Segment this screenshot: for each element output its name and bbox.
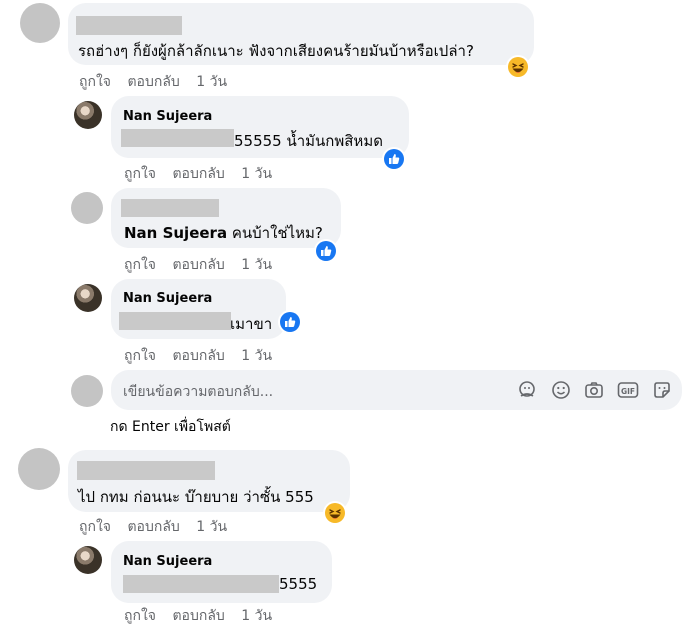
- comment-text: Nan Sujeera คนบ้าใช่ไหม?: [124, 224, 323, 242]
- redacted-mention: [121, 129, 234, 147]
- comment-actions: ถูกใจ ตอบกลับ 1 วัน: [124, 163, 272, 185]
- timestamp[interactable]: 1 วัน: [241, 254, 272, 276]
- gif-icon[interactable]: GIF: [617, 380, 639, 400]
- like-link[interactable]: ถูกใจ: [124, 254, 156, 276]
- mention-link[interactable]: Nan Sujeera: [124, 224, 227, 242]
- timestamp[interactable]: 1 วัน: [241, 163, 272, 185]
- timestamp[interactable]: 1 วัน: [196, 71, 227, 93]
- redacted-name: [77, 461, 215, 480]
- like-reaction[interactable]: [314, 239, 338, 263]
- avatar[interactable]: [71, 192, 103, 224]
- like-link[interactable]: ถูกใจ: [124, 605, 156, 627]
- like-reaction[interactable]: [278, 310, 302, 334]
- comment-text: 55555 น้ำมันกพสิหมด: [234, 132, 383, 150]
- sticker-icon[interactable]: [652, 380, 672, 400]
- timestamp[interactable]: 1 วัน: [241, 345, 272, 367]
- comment-text: รถฮ่างๆ ก็ยังผู้กล้าลักเนาะ ฟังจากเสียงค…: [78, 42, 474, 60]
- comment-text: เมาขา: [230, 315, 273, 333]
- avatar: [71, 375, 103, 407]
- comment-actions: ถูกใจ ตอบกลับ 1 วัน: [124, 254, 272, 276]
- redacted-name: [121, 199, 219, 217]
- reply-link[interactable]: ตอบกลับ: [127, 71, 179, 93]
- haha-icon: [508, 57, 528, 77]
- comment-actions: ถูกใจ ตอบกลับ 1 วัน: [124, 605, 272, 627]
- like-icon: [384, 149, 404, 169]
- like-reaction[interactable]: [382, 147, 406, 171]
- svg-text:GIF: GIF: [621, 387, 635, 396]
- haha-icon: [325, 503, 345, 523]
- redacted-mention: [119, 312, 231, 330]
- reply-link[interactable]: ตอบกลับ: [127, 516, 179, 538]
- reply-link[interactable]: ตอบกลับ: [172, 605, 224, 627]
- emoji-icon[interactable]: [551, 380, 571, 400]
- timestamp[interactable]: 1 วัน: [196, 516, 227, 538]
- post-hint: กด Enter เพื่อโพสต์: [110, 419, 231, 435]
- like-link[interactable]: ถูกใจ: [79, 516, 111, 538]
- timestamp[interactable]: 1 วัน: [241, 605, 272, 627]
- comment-text: 5555: [279, 575, 318, 593]
- comment-text: ไป กทม ก่อนนะ บ๊ายบาย ว่าซั้น 555: [78, 488, 314, 506]
- post-hint-link[interactable]: เพื่อโพสต์: [174, 419, 231, 435]
- comment-bubble: Nan Sujeera เมาขา: [111, 279, 286, 339]
- haha-reaction[interactable]: [506, 55, 530, 79]
- author-name[interactable]: Nan Sujeera: [123, 291, 212, 306]
- reply-link[interactable]: ตอบกลับ: [172, 345, 224, 367]
- like-link[interactable]: ถูกใจ: [124, 345, 156, 367]
- avatar-sticker-icon[interactable]: [517, 380, 537, 400]
- redacted-mention: [123, 575, 279, 593]
- reply-link[interactable]: ตอบกลับ: [172, 254, 224, 276]
- reply-link[interactable]: ตอบกลับ: [172, 163, 224, 185]
- comment-bubble: รถฮ่างๆ ก็ยังผู้กล้าลักเนาะ ฟังจากเสียงค…: [68, 3, 534, 65]
- comment-actions: ถูกใจ ตอบกลับ 1 วัน: [124, 345, 272, 367]
- like-link[interactable]: ถูกใจ: [124, 163, 156, 185]
- like-icon: [280, 312, 300, 332]
- haha-reaction[interactable]: [323, 501, 347, 525]
- redacted-name: [76, 16, 182, 35]
- reply-input[interactable]: เขียนข้อความตอบกลับ... GIF: [111, 370, 682, 410]
- author-name[interactable]: Nan Sujeera: [123, 554, 212, 569]
- comment-bubble: ไป กทม ก่อนนะ บ๊ายบาย ว่าซั้น 555: [68, 450, 350, 512]
- camera-icon[interactable]: [584, 380, 604, 400]
- comment-bubble: Nan Sujeera 55555 น้ำมันกพสิหมด: [111, 96, 409, 158]
- comment-bubble: Nan Sujeera คนบ้าใช่ไหม?: [111, 188, 341, 248]
- avatar[interactable]: [74, 101, 102, 129]
- comment-actions: ถูกใจ ตอบกลับ 1 วัน: [79, 516, 227, 538]
- like-link[interactable]: ถูกใจ: [79, 71, 111, 93]
- avatar[interactable]: [74, 284, 102, 312]
- author-name[interactable]: Nan Sujeera: [123, 109, 212, 124]
- avatar[interactable]: [74, 546, 102, 574]
- comment-bubble: Nan Sujeera 5555: [111, 541, 332, 603]
- comment-actions: ถูกใจ ตอบกลับ 1 วัน: [79, 71, 227, 93]
- avatar[interactable]: [18, 448, 60, 490]
- reply-placeholder: เขียนข้อความตอบกลับ...: [123, 384, 274, 400]
- avatar[interactable]: [20, 3, 60, 43]
- like-icon: [316, 241, 336, 261]
